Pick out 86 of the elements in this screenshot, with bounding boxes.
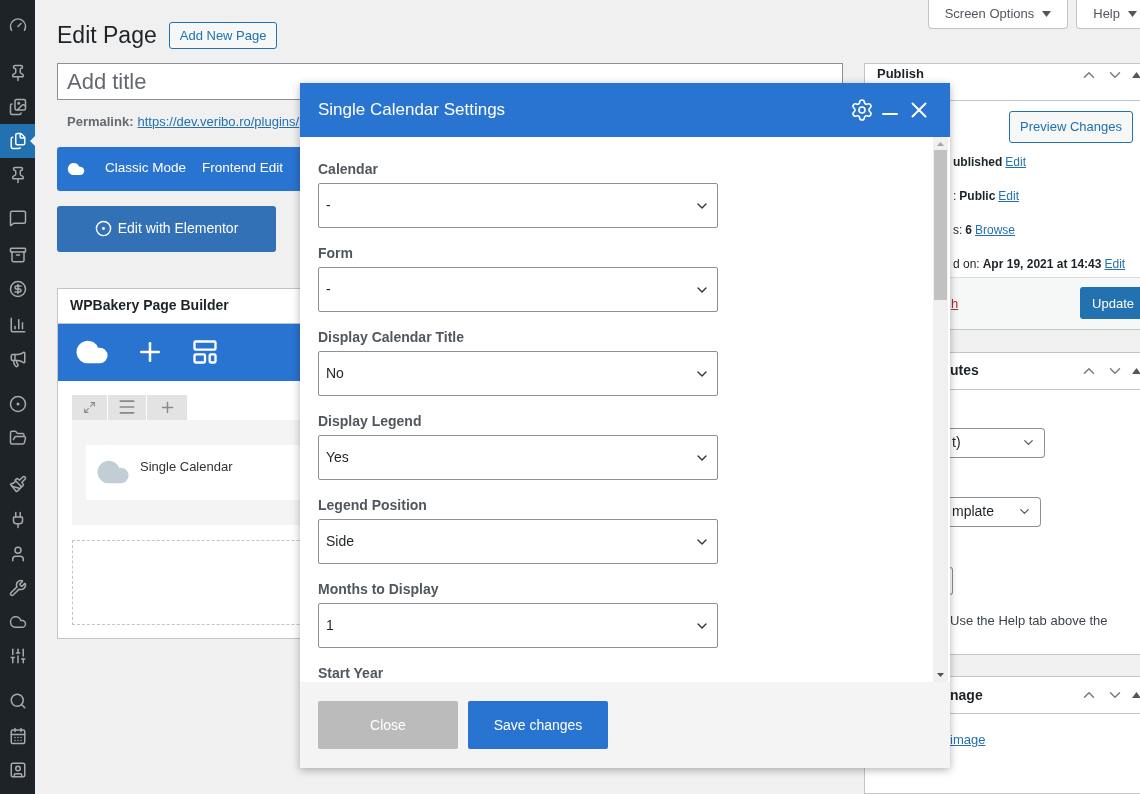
- element-name: Single Calendar: [140, 457, 233, 476]
- dollar-icon: [8, 280, 27, 298]
- select-field[interactable]: Side: [318, 519, 718, 564]
- field-label: Calendar: [318, 161, 379, 177]
- archive-icon: [8, 246, 27, 264]
- top-tab-button[interactable]: Screen Options: [927, 0, 1069, 29]
- permalink-link[interactable]: https://dev.veribo.ro/plugins/: [137, 112, 300, 132]
- drag-handle-icon: [117, 397, 137, 417]
- cloud-icon: [8, 613, 27, 631]
- panel-title: Publish: [877, 66, 924, 81]
- badge-icon: [8, 761, 27, 779]
- select-value: mplate: [952, 502, 995, 522]
- megaphone-icon: [8, 350, 27, 368]
- current-pointer-icon: [30, 136, 35, 146]
- collapse-icon[interactable]: [1132, 72, 1140, 78]
- calendar-icon: [8, 727, 27, 745]
- mode-button[interactable]: Classic Mode: [97, 158, 195, 179]
- save-button[interactable]: Save changes: [468, 701, 608, 749]
- status-value: Public: [959, 188, 996, 205]
- wrench-icon: [8, 579, 27, 597]
- modal-title: Single Calendar Settings: [318, 99, 506, 122]
- edit-link[interactable]: Edit: [998, 187, 1020, 205]
- circle-logo-icon: [8, 395, 27, 413]
- status-value: Apr 19, 2021 at 14:43: [982, 256, 1102, 273]
- expand-icon: [83, 400, 96, 414]
- add-new-button[interactable]: Add New Page: [168, 22, 278, 49]
- row-control[interactable]: [72, 394, 107, 420]
- status-label: d on:: [953, 256, 980, 273]
- edit-link[interactable]: Edit: [1005, 153, 1027, 171]
- status-value: 6: [965, 222, 973, 239]
- top-tab-button[interactable]: Help: [1076, 0, 1140, 29]
- trash-link[interactable]: h: [951, 293, 959, 314]
- sliders-icon: [8, 647, 27, 665]
- permalink-label: Permalink:: [67, 113, 134, 131]
- panel-title: utes: [950, 361, 979, 381]
- dashboard-icon: [8, 16, 27, 34]
- menu-item[interactable]: [0, 124, 35, 158]
- help-text: Use the Help tab above the: [949, 611, 1109, 630]
- select-value: -: [326, 280, 331, 299]
- field-label: Display Calendar Title: [318, 329, 465, 345]
- field-label: Legend Position: [318, 497, 428, 513]
- select-field[interactable]: No: [318, 351, 718, 396]
- status-label: :: [953, 188, 957, 205]
- paintbrush-icon: [8, 475, 27, 493]
- mode-button[interactable]: Frontend Edit: [194, 158, 292, 179]
- status-value: ublished: [953, 154, 1003, 171]
- field-label: Form: [318, 245, 354, 261]
- panel-title: WPBakery Page Builder: [70, 296, 229, 315]
- row-control[interactable]: [108, 394, 146, 420]
- edit-link[interactable]: Browse: [975, 221, 1016, 239]
- select-field[interactable]: 1: [318, 603, 718, 648]
- bar-chart-icon: [8, 316, 27, 334]
- field-label: Start Year: [318, 665, 385, 681]
- settings-icon[interactable]: [850, 98, 874, 122]
- layout-icon[interactable]: [191, 338, 219, 366]
- set-image-link[interactable]: image: [950, 730, 986, 750]
- media-icon: [8, 98, 27, 116]
- collapse-icon[interactable]: [1132, 692, 1140, 699]
- preview-button[interactable]: Preview Changes: [1009, 111, 1133, 143]
- select-field[interactable]: -: [318, 267, 718, 312]
- folder-icon: [8, 429, 27, 447]
- select-field[interactable]: t): [950, 427, 1045, 458]
- pages-icon: [8, 132, 27, 150]
- elementor-button[interactable]: Edit with Elementor: [57, 205, 276, 252]
- page-heading: Edit Page: [57, 24, 157, 47]
- caret-icon: [1042, 11, 1052, 17]
- select-field[interactable]: -: [318, 183, 718, 228]
- select-value: t): [952, 433, 961, 453]
- panel-title: nage: [950, 685, 983, 705]
- select-field[interactable]: Yes: [318, 435, 718, 480]
- speech-bubble-icon: [8, 209, 27, 227]
- select-value: Side: [326, 532, 355, 551]
- search-icon: [8, 692, 27, 710]
- collapse-icon[interactable]: [1132, 367, 1140, 374]
- field-label: Months to Display: [318, 581, 440, 597]
- scrollbar-thumb[interactable]: [934, 150, 947, 300]
- select-field[interactable]: mplate: [950, 496, 1041, 527]
- select-value: Yes: [326, 448, 349, 467]
- field-label: Display Legend: [318, 413, 423, 429]
- select-value: -: [326, 196, 331, 215]
- caret-icon: [1128, 11, 1137, 17]
- status-label: s:: [953, 222, 963, 239]
- select-value: No: [326, 364, 344, 383]
- select-value: 1: [326, 616, 334, 635]
- edit-link[interactable]: Edit: [1104, 255, 1126, 273]
- update-button[interactable]: Update: [1080, 287, 1140, 320]
